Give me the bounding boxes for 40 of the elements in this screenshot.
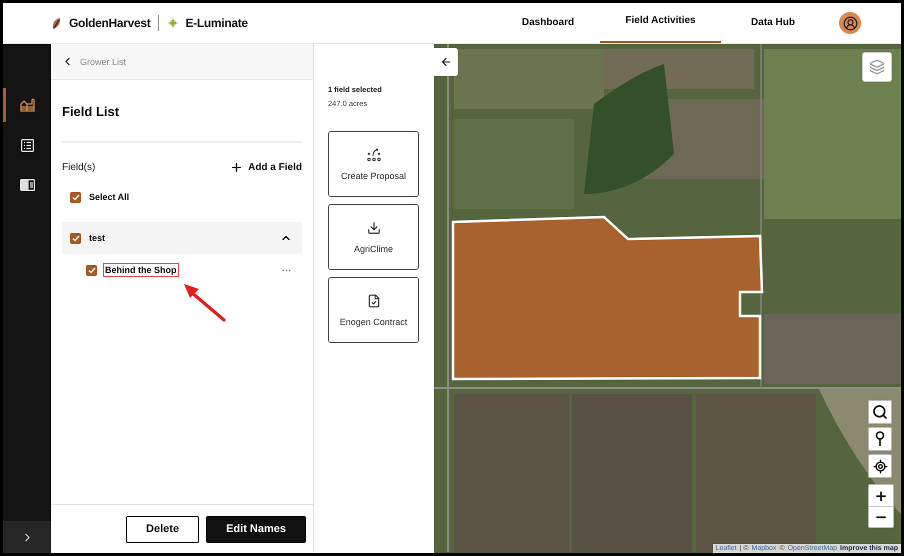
checkbox[interactable] bbox=[70, 192, 81, 202]
delete-button[interactable]: Delete bbox=[126, 516, 200, 542]
download-icon bbox=[366, 220, 380, 234]
locate-icon bbox=[872, 458, 888, 474]
select-all-label: Select All bbox=[88, 191, 130, 204]
action-card[interactable]: AgriClime bbox=[328, 204, 419, 270]
locate-button[interactable] bbox=[868, 454, 892, 478]
panel-title: Field List bbox=[62, 80, 302, 143]
fields-label: Field(s) bbox=[62, 162, 96, 173]
pin-icon bbox=[875, 431, 885, 447]
group-name: test bbox=[88, 232, 106, 245]
layers-icon bbox=[869, 58, 885, 76]
edit-names-button[interactable]: Edit Names bbox=[206, 516, 306, 542]
barn-icon bbox=[20, 98, 34, 112]
field-name: Behind the Shop bbox=[103, 263, 178, 277]
product-logo-text: E-Luminate bbox=[185, 16, 248, 30]
nav-tab[interactable]: Dashboard bbox=[496, 3, 600, 43]
layers-button[interactable] bbox=[862, 52, 892, 82]
checkbox[interactable] bbox=[86, 264, 97, 276]
user-avatar[interactable] bbox=[839, 12, 861, 34]
action-card[interactable]: Create Proposal bbox=[328, 131, 419, 197]
search-icon bbox=[872, 404, 888, 420]
pin-button[interactable] bbox=[868, 427, 892, 451]
search-button[interactable] bbox=[868, 400, 892, 424]
document-check-icon bbox=[366, 294, 380, 308]
leaf-logo-icon bbox=[51, 16, 63, 30]
action-card[interactable]: Enogen Contract bbox=[328, 277, 419, 343]
group-row[interactable]: test bbox=[62, 222, 302, 254]
collapse-panel-button[interactable] bbox=[434, 48, 458, 76]
play-diagram-icon bbox=[366, 148, 380, 162]
checkbox[interactable] bbox=[70, 232, 81, 244]
plus-icon bbox=[230, 161, 244, 174]
arrow-left-icon bbox=[440, 55, 452, 69]
nav-tab[interactable]: Data Hub bbox=[721, 3, 825, 43]
compass-star-icon bbox=[167, 17, 180, 29]
zoom-out-button[interactable]: − bbox=[869, 506, 893, 527]
side-panel-icon bbox=[20, 179, 34, 191]
add-field-button[interactable]: Add a Field bbox=[230, 161, 302, 174]
list-icon bbox=[20, 138, 34, 152]
brand-logo-text: GoldenHarvest bbox=[69, 16, 150, 30]
